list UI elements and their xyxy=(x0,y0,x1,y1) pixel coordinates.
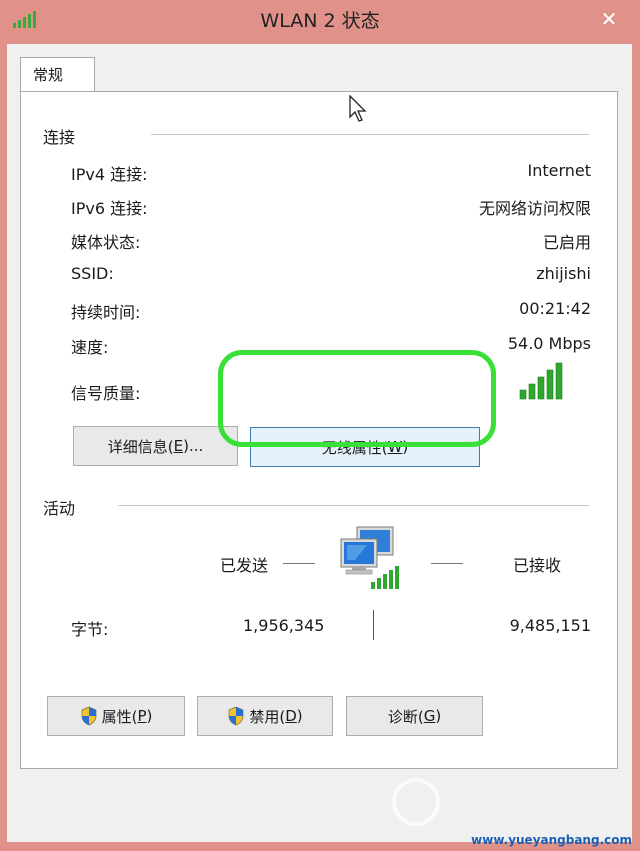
disable-button-text: 禁用( xyxy=(249,707,286,726)
highlight-annotation xyxy=(218,350,496,447)
diagnose-button-suffix: ) xyxy=(435,707,442,725)
details-button-text: 详细信息( xyxy=(107,437,174,456)
ipv4-label: IPv4 连接: xyxy=(71,165,148,184)
diagnose-button-text: 诊断( xyxy=(387,707,424,726)
disable-button-key: D xyxy=(285,707,297,725)
duration-value: 00:21:42 xyxy=(519,299,591,318)
details-button-suffix: )... xyxy=(183,437,204,455)
sent-label: 已发送 xyxy=(220,556,269,575)
properties-button[interactable]: 属性(P) xyxy=(47,696,185,736)
ssid-label: SSID: xyxy=(71,264,114,283)
details-button-key: E xyxy=(173,437,184,455)
ssid-value: zhijishi xyxy=(536,264,591,283)
connection-section-label: 连接 xyxy=(43,124,82,148)
bytes-sent-value: 1,956,345 xyxy=(243,616,325,635)
speed-label: 速度: xyxy=(71,338,109,357)
properties-button-suffix: ) xyxy=(146,707,153,725)
activity-divider xyxy=(118,505,589,506)
media-state-label: 媒体状态: xyxy=(71,233,141,252)
received-line xyxy=(431,563,463,564)
window-title: WLAN 2 状态 xyxy=(260,10,380,32)
watermark-logo-icon xyxy=(392,778,440,826)
shield-icon xyxy=(229,706,244,726)
disable-button-suffix: ) xyxy=(296,707,303,725)
network-computers-icon xyxy=(340,526,399,589)
duration-label: 持续时间: xyxy=(71,303,141,322)
bytes-label: 字节: xyxy=(71,620,109,639)
ipv6-value: 无网络访问权限 xyxy=(478,199,591,218)
diagnose-button[interactable]: 诊断(G) xyxy=(346,696,483,736)
media-state-value: 已启用 xyxy=(542,233,591,252)
properties-button-key: P xyxy=(137,707,147,725)
connection-divider xyxy=(151,134,589,135)
activity-section-label: 活动 xyxy=(43,495,82,519)
disable-button[interactable]: 禁用(D) xyxy=(197,696,333,736)
bytes-received-value: 9,485,151 xyxy=(509,616,591,635)
diagnose-button-key: G xyxy=(423,707,436,725)
title-bar: WLAN 2 状态 ✕ xyxy=(0,0,640,44)
sent-line xyxy=(283,563,315,564)
watermark-text: www.yueyangbang.com xyxy=(471,833,632,847)
bytes-separator xyxy=(373,610,374,640)
mouse-cursor-icon xyxy=(349,95,367,122)
close-button[interactable]: ✕ xyxy=(592,4,626,34)
details-button[interactable]: 详细信息(E)... xyxy=(73,426,238,466)
ipv6-label: IPv6 连接: xyxy=(71,199,148,218)
properties-button-text: 属性( xyxy=(101,707,138,726)
tab-general[interactable]: 常规 xyxy=(20,57,95,91)
signal-strength-icon xyxy=(519,362,563,400)
received-label: 已接收 xyxy=(513,556,562,575)
signal-quality-label: 信号质量: xyxy=(71,384,141,403)
ipv4-value: Internet xyxy=(527,161,591,180)
shield-icon xyxy=(81,706,96,726)
speed-value: 54.0 Mbps xyxy=(507,334,591,353)
